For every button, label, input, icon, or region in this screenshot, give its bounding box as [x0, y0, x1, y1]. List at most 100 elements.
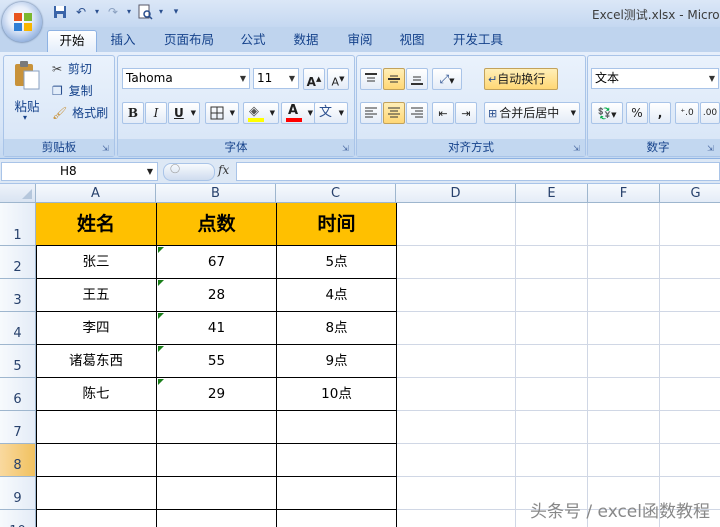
- decrease-indent-button[interactable]: ⇤: [432, 102, 454, 124]
- tab-page-layout[interactable]: 页面布局: [157, 30, 221, 52]
- orientation-button[interactable]: ⤢▼: [432, 68, 462, 90]
- table-cell[interactable]: [277, 444, 397, 477]
- table-cell[interactable]: [277, 477, 397, 510]
- insert-function-icon[interactable]: fx: [218, 163, 229, 177]
- table-cell[interactable]: [157, 444, 277, 477]
- cut-button[interactable]: ✂ 剪切: [52, 60, 112, 78]
- increase-decimal-button[interactable]: ⁺.0: [675, 102, 699, 124]
- align-center-button[interactable]: [383, 102, 405, 124]
- align-left-button[interactable]: [360, 102, 382, 124]
- table-cell[interactable]: 10点: [277, 378, 397, 411]
- header-cell-time[interactable]: 时间: [277, 203, 397, 246]
- undo-dropdown-icon[interactable]: ▾: [89, 4, 105, 20]
- font-color-button[interactable]: A ▼: [281, 102, 317, 124]
- clipboard-launcher-icon[interactable]: ⇲: [102, 144, 111, 153]
- font-launcher-icon[interactable]: ⇲: [342, 144, 351, 153]
- table-cell[interactable]: 29: [157, 378, 277, 411]
- percent-style-button[interactable]: %: [626, 102, 648, 124]
- column-header-c[interactable]: C: [276, 184, 396, 203]
- header-cell-name[interactable]: 姓名: [36, 203, 157, 246]
- tab-review[interactable]: 审阅: [340, 30, 380, 52]
- tab-data[interactable]: 数据: [286, 30, 326, 52]
- align-middle-button[interactable]: [383, 68, 405, 90]
- table-cell[interactable]: [36, 411, 157, 444]
- font-name-combo[interactable]: Tahoma ▼: [122, 68, 250, 89]
- shrink-font-button[interactable]: A▼: [327, 68, 349, 90]
- paste-button[interactable]: 粘贴 ▾: [10, 58, 44, 122]
- copy-button[interactable]: ❐ 复制: [52, 82, 112, 100]
- row-header-8[interactable]: 8: [0, 444, 36, 477]
- save-icon[interactable]: [52, 4, 68, 20]
- row-header-5[interactable]: 5: [0, 345, 36, 378]
- merge-center-button[interactable]: ⊞ 合并后居中 ▼: [484, 102, 580, 124]
- align-right-button[interactable]: [406, 102, 428, 124]
- tab-formulas[interactable]: 公式: [233, 30, 273, 52]
- row-header-7[interactable]: 7: [0, 411, 36, 444]
- select-all-corner[interactable]: [0, 184, 36, 203]
- borders-button[interactable]: ▼: [205, 102, 239, 124]
- number-launcher-icon[interactable]: ⇲: [707, 144, 716, 153]
- table-cell[interactable]: [157, 411, 277, 444]
- table-cell[interactable]: 5点: [277, 246, 397, 279]
- table-cell[interactable]: [36, 444, 157, 477]
- table-cell[interactable]: 41: [157, 312, 277, 345]
- redo-dropdown-icon[interactable]: ▾: [121, 4, 137, 20]
- accounting-format-button[interactable]: 💱▼: [591, 102, 623, 124]
- table-cell[interactable]: 8点: [277, 312, 397, 345]
- table-cell[interactable]: [277, 510, 397, 527]
- table-cell[interactable]: 28: [157, 279, 277, 312]
- italic-button[interactable]: I: [145, 102, 167, 124]
- align-top-button[interactable]: [360, 68, 382, 90]
- tab-insert[interactable]: 插入: [103, 30, 143, 52]
- undo-icon[interactable]: ↶: [73, 4, 89, 20]
- worksheet-grid[interactable]: A B C D E F G 1 2 3 4 5 6 7 8 9 10 姓名 点数…: [0, 184, 720, 527]
- column-header-a[interactable]: A: [36, 184, 156, 203]
- table-cell[interactable]: [157, 477, 277, 510]
- tab-view[interactable]: 视图: [392, 30, 432, 52]
- row-header-4[interactable]: 4: [0, 312, 36, 345]
- row-header-1[interactable]: 1: [0, 203, 36, 246]
- increase-indent-button[interactable]: ⇥: [455, 102, 477, 124]
- wrap-text-button[interactable]: ↵自动换行: [484, 68, 558, 90]
- phonetic-button[interactable]: 文 ▼: [314, 102, 348, 124]
- row-header-3[interactable]: 3: [0, 279, 36, 312]
- row-header-2[interactable]: 2: [0, 246, 36, 279]
- comma-style-button[interactable]: ,: [649, 102, 671, 124]
- tab-developer[interactable]: 开发工具: [446, 30, 510, 52]
- column-header-g[interactable]: G: [660, 184, 720, 203]
- table-cell[interactable]: 陈七: [36, 378, 157, 411]
- table-cell[interactable]: 王五: [36, 279, 157, 312]
- table-cell[interactable]: 67: [157, 246, 277, 279]
- format-painter-button[interactable]: 🖌 格式刷: [52, 104, 112, 122]
- preview-dropdown-icon[interactable]: ▾: [153, 4, 169, 20]
- table-cell[interactable]: 张三: [36, 246, 157, 279]
- customize-qat-icon[interactable]: ▾: [168, 4, 184, 20]
- table-cell[interactable]: [36, 510, 157, 527]
- print-preview-icon[interactable]: [137, 4, 153, 20]
- column-header-f[interactable]: F: [588, 184, 660, 203]
- table-cell[interactable]: [36, 477, 157, 510]
- office-button[interactable]: [2, 2, 42, 42]
- decrease-decimal-button[interactable]: .00: [700, 102, 720, 124]
- formula-expand-handle[interactable]: ◯: [163, 163, 215, 181]
- column-header-e[interactable]: E: [516, 184, 588, 203]
- row-header-6[interactable]: 6: [0, 378, 36, 411]
- redo-icon[interactable]: ↷: [105, 4, 121, 20]
- name-box[interactable]: H8 ▼: [1, 162, 158, 181]
- underline-button[interactable]: U ▼: [168, 102, 200, 124]
- row-header-9[interactable]: 9: [0, 477, 36, 510]
- align-bottom-button[interactable]: [406, 68, 428, 90]
- tab-home[interactable]: 开始: [47, 30, 97, 53]
- table-cell[interactable]: 李四: [36, 312, 157, 345]
- number-format-combo[interactable]: 文本 ▼: [591, 68, 719, 89]
- header-cell-points[interactable]: 点数: [157, 203, 277, 246]
- formula-input[interactable]: [236, 162, 720, 181]
- column-header-d[interactable]: D: [396, 184, 516, 203]
- column-header-b[interactable]: B: [156, 184, 276, 203]
- table-cell[interactable]: 4点: [277, 279, 397, 312]
- grow-font-button[interactable]: A▲: [303, 68, 325, 90]
- bold-button[interactable]: B: [122, 102, 144, 124]
- font-size-combo[interactable]: 11 ▼: [253, 68, 299, 89]
- table-cell[interactable]: [277, 411, 397, 444]
- table-cell[interactable]: 9点: [277, 345, 397, 378]
